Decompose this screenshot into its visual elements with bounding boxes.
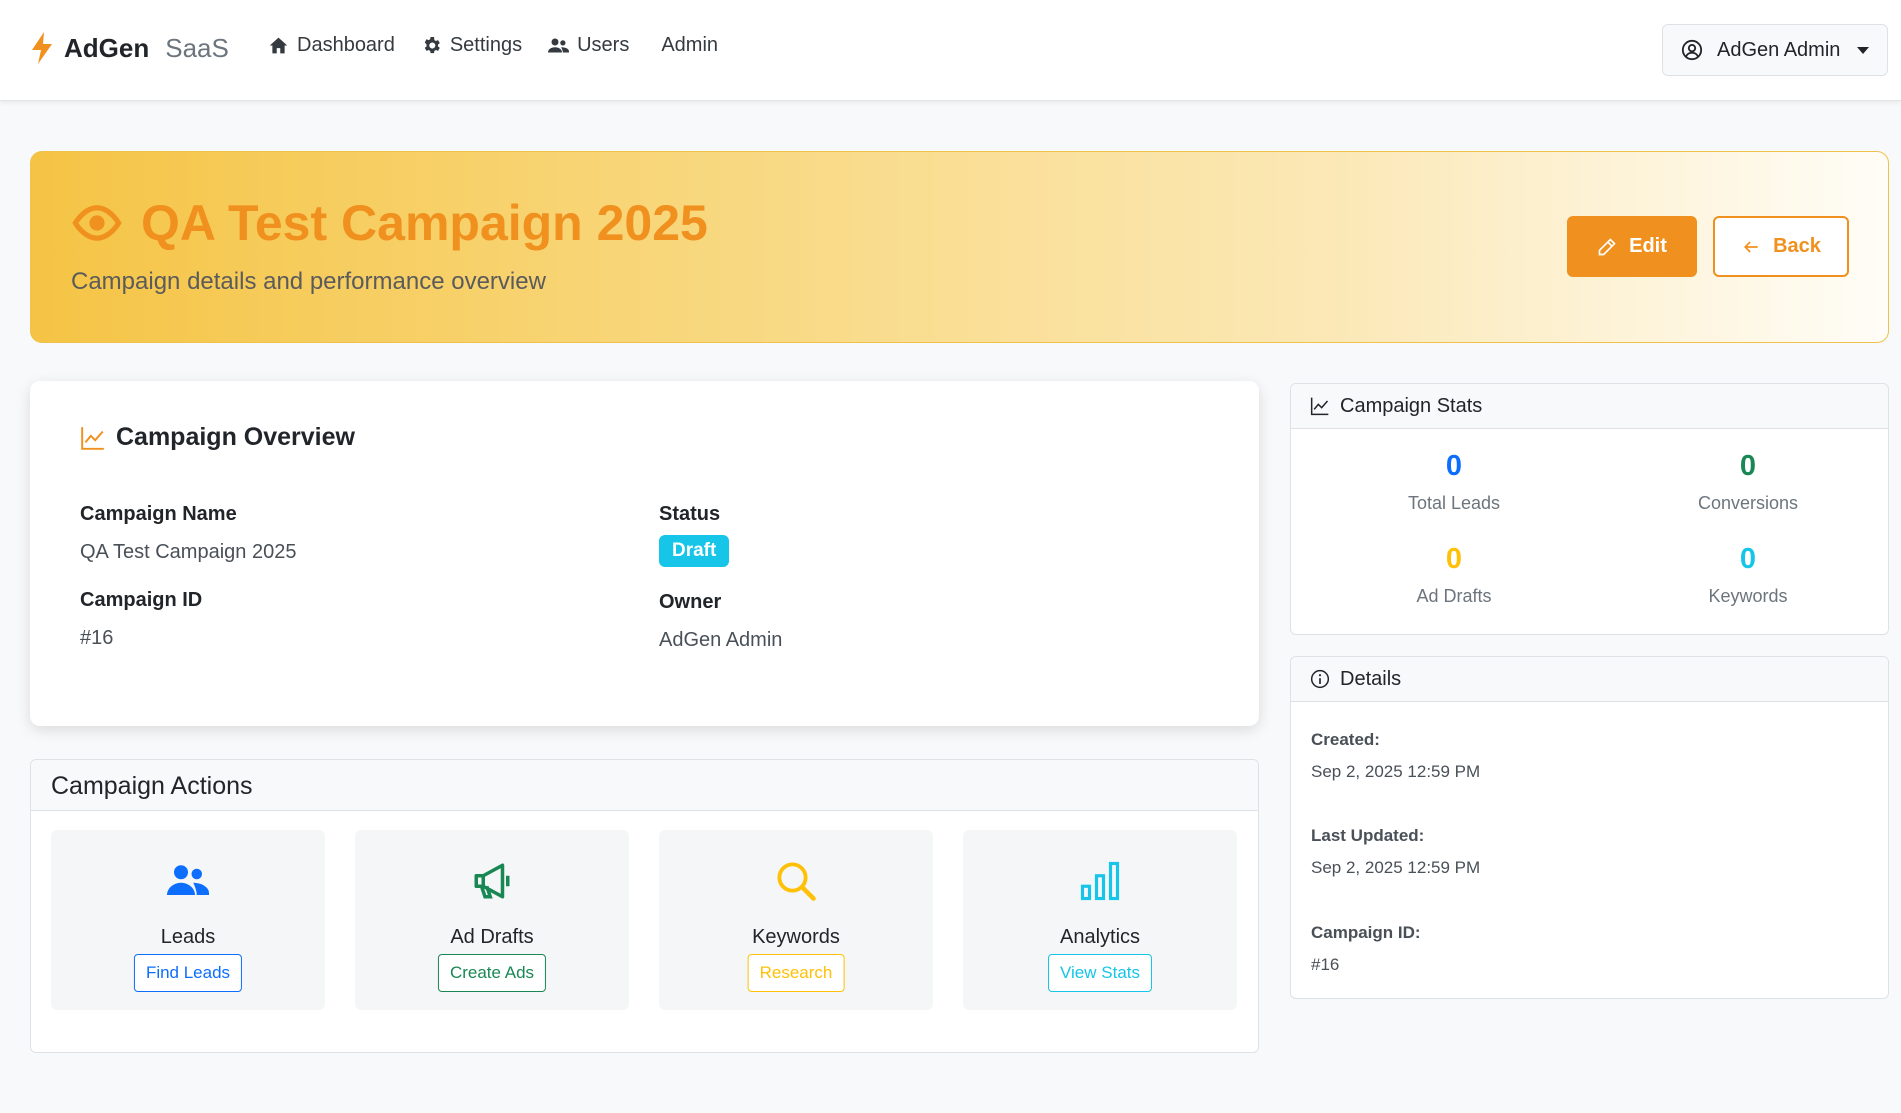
stat-total-leads-value: 0 bbox=[1445, 450, 1463, 482]
overview-title-text: Campaign Overview bbox=[116, 423, 355, 451]
action-tile-keywords: Keywords Research bbox=[659, 830, 933, 1010]
bar-chart-icon bbox=[1080, 861, 1120, 901]
find-leads-button[interactable]: Find Leads bbox=[133, 954, 243, 992]
brand-name: AdGen bbox=[64, 32, 150, 63]
brand-suffix: SaaS bbox=[165, 32, 229, 63]
stats-title: Campaign Stats bbox=[1340, 394, 1483, 417]
research-button[interactable]: Research bbox=[747, 954, 845, 992]
status-badge: Draft bbox=[659, 535, 730, 567]
owner-value: AdGen Admin bbox=[659, 629, 783, 651]
updated-value: Sep 2, 2025 12:59 PM bbox=[1311, 858, 1481, 877]
nav-dashboard-label: Dashboard bbox=[297, 34, 395, 56]
top-navbar: AdGen SaaS Dashboard Settings Users Admin… bbox=[0, 0, 1901, 101]
stat-conversions-label: Conversions bbox=[1697, 493, 1799, 513]
details-campaign-id-value: #16 bbox=[1311, 955, 1340, 974]
owner-label: Owner bbox=[659, 591, 722, 613]
created-label: Created: bbox=[1311, 730, 1380, 749]
campaign-actions-card: Campaign Actions Leads Find Leads Ad Dra… bbox=[30, 759, 1259, 1053]
chart-line-icon bbox=[81, 426, 104, 450]
stat-conversions: 0 Conversions bbox=[1638, 450, 1858, 514]
campaign-id-label: Campaign ID bbox=[80, 589, 203, 611]
campaign-stats-card: Campaign Stats 0 Total Leads 0 Conversio… bbox=[1290, 383, 1889, 635]
pencil-icon bbox=[1598, 237, 1616, 255]
back-button[interactable]: Back bbox=[1713, 216, 1849, 277]
stat-keywords: 0 Keywords bbox=[1638, 543, 1858, 607]
users-icon bbox=[548, 38, 570, 53]
actions-title: Campaign Actions bbox=[31, 760, 1258, 811]
nav-settings[interactable]: Settings bbox=[421, 34, 522, 57]
stat-ad-drafts: 0 Ad Drafts bbox=[1344, 543, 1564, 607]
action-tile-analytics: Analytics View Stats bbox=[963, 830, 1237, 1010]
details-campaign-id-label: Campaign ID: bbox=[1311, 923, 1421, 942]
page-title-text: QA Test Campaign 2025 bbox=[141, 195, 708, 251]
details-header: Details bbox=[1291, 657, 1888, 702]
nav-admin-label: Admin bbox=[661, 34, 719, 56]
details-card: Details Created: Sep 2, 2025 12:59 PM La… bbox=[1290, 656, 1889, 999]
stat-total-leads: 0 Total Leads bbox=[1344, 450, 1564, 514]
campaign-id-value: #16 bbox=[80, 627, 114, 649]
updated-label: Last Updated: bbox=[1311, 826, 1425, 845]
nav-settings-label: Settings bbox=[449, 34, 523, 56]
action-tile-ad-drafts-label: Ad Drafts bbox=[450, 926, 534, 948]
stat-total-leads-label: Total Leads bbox=[1407, 493, 1501, 513]
search-icon bbox=[777, 862, 816, 901]
gear-icon bbox=[424, 37, 440, 54]
stat-keywords-label: Keywords bbox=[1708, 586, 1788, 606]
nav-users-label: Users bbox=[577, 34, 630, 56]
page-title: QA Test Campaign 2025 bbox=[71, 194, 708, 252]
user-menu-dropdown[interactable]: AdGen Admin bbox=[1662, 24, 1888, 76]
nav-users[interactable]: Users bbox=[548, 34, 629, 57]
home-icon bbox=[269, 37, 288, 54]
megaphone-icon bbox=[474, 863, 510, 899]
back-button-label: Back bbox=[1773, 235, 1821, 257]
campaign-name-value: QA Test Campaign 2025 bbox=[80, 541, 297, 563]
edit-button[interactable]: Edit bbox=[1567, 216, 1697, 277]
overview-title: Campaign Overview bbox=[80, 423, 355, 452]
status-label: Status bbox=[659, 503, 721, 525]
nav-links: Dashboard Settings Users Admin bbox=[268, 34, 718, 57]
details-title: Details bbox=[1340, 667, 1402, 690]
users-icon bbox=[167, 865, 209, 895]
arrow-left-icon bbox=[1744, 240, 1758, 253]
page-subtitle: Campaign details and performance overvie… bbox=[71, 268, 546, 295]
nav-admin[interactable]: Admin bbox=[661, 34, 718, 57]
info-circle-icon bbox=[1310, 669, 1330, 689]
stat-conversions-value: 0 bbox=[1739, 450, 1757, 482]
action-tile-analytics-label: Analytics bbox=[1059, 926, 1141, 948]
action-tile-leads: Leads Find Leads bbox=[51, 830, 325, 1010]
chevron-down-icon bbox=[1857, 46, 1869, 54]
action-tile-leads-label: Leads bbox=[160, 926, 216, 948]
stat-ad-drafts-label: Ad Drafts bbox=[1416, 586, 1492, 606]
action-tile-ad-drafts: Ad Drafts Create Ads bbox=[355, 830, 629, 1010]
eye-icon bbox=[72, 205, 122, 241]
lightning-bolt-icon bbox=[32, 32, 52, 64]
edit-button-label: Edit bbox=[1629, 235, 1667, 257]
campaign-name-label: Campaign Name bbox=[80, 503, 237, 525]
view-stats-button[interactable]: View Stats bbox=[1047, 954, 1153, 992]
stat-ad-drafts-value: 0 bbox=[1445, 543, 1463, 575]
action-tile-keywords-label: Keywords bbox=[752, 926, 840, 948]
created-value: Sep 2, 2025 12:59 PM bbox=[1311, 762, 1481, 781]
campaign-hero-banner: QA Test Campaign 2025 Campaign details a… bbox=[30, 151, 1889, 343]
stat-keywords-value: 0 bbox=[1739, 543, 1757, 575]
create-ads-button[interactable]: Create Ads bbox=[437, 954, 547, 992]
campaign-overview-card: Campaign Overview Campaign Name QA Test … bbox=[30, 381, 1259, 726]
user-menu-label: AdGen Admin bbox=[1717, 38, 1841, 61]
brand-logo[interactable]: AdGen SaaS bbox=[30, 32, 229, 64]
user-circle-icon bbox=[1681, 39, 1703, 61]
nav-dashboard[interactable]: Dashboard bbox=[268, 34, 395, 57]
chart-line-icon bbox=[1310, 397, 1329, 416]
stats-header: Campaign Stats bbox=[1291, 384, 1888, 429]
